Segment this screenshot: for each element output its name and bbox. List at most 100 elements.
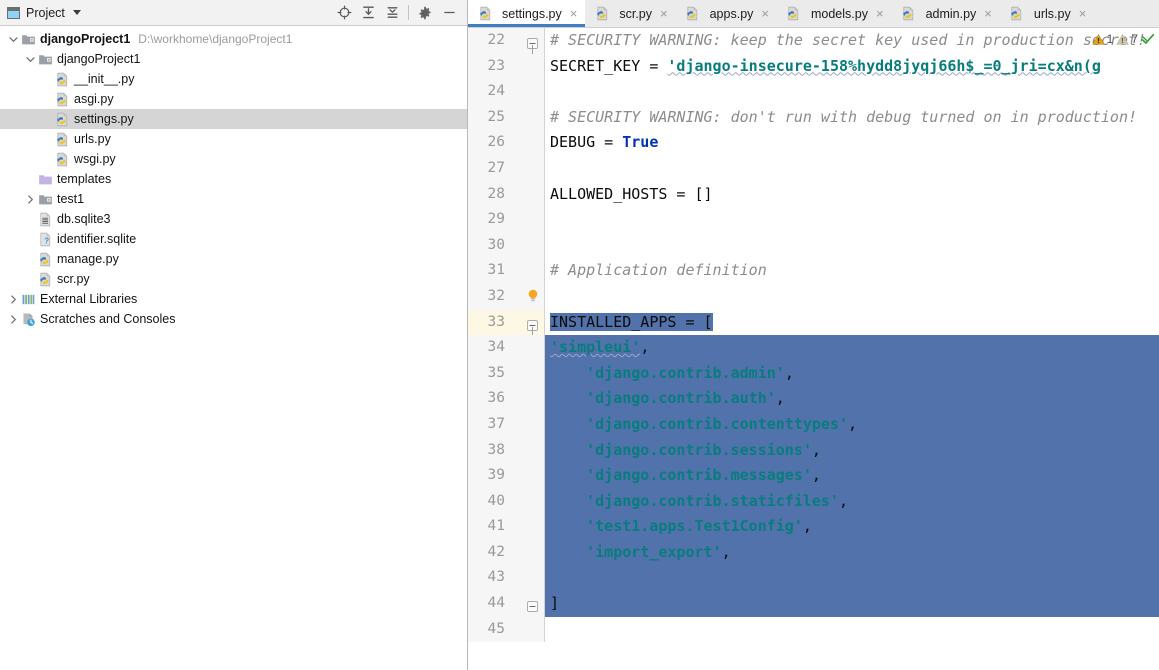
gutter-icons[interactable] (514, 335, 545, 361)
gutter-icons[interactable] (514, 437, 545, 464)
code-line-text[interactable]: # Application definition (545, 258, 1159, 284)
code-line[interactable]: 37 'django.contrib.contenttypes', (468, 411, 1159, 438)
code-line-text[interactable] (545, 233, 1159, 259)
editor-tab-models-py[interactable]: models.py × (777, 0, 892, 27)
tree-item-asgi-py[interactable]: asgi.py (0, 89, 467, 109)
editor-tab-admin-py[interactable]: admin.py × (892, 0, 1000, 27)
tree-item-wsgi-py[interactable]: wsgi.py (0, 149, 467, 169)
tree-item-identifier-sqlite[interactable]: ? identifier.sqlite (0, 229, 467, 249)
code-line[interactable]: 33 INSTALLED_APPS = [ (468, 309, 1159, 336)
chevron-right-icon[interactable] (6, 309, 20, 329)
code-line[interactable]: 45 (468, 616, 1159, 643)
collapse-all-icon[interactable] (380, 2, 404, 24)
close-icon[interactable]: × (1079, 7, 1087, 20)
inspection-ok-icon[interactable] (1141, 32, 1155, 46)
code-line-text[interactable]: # SECURITY WARNING: keep the secret key … (545, 28, 1159, 54)
close-icon[interactable]: × (984, 7, 992, 20)
gutter-icons[interactable] (514, 28, 545, 54)
gutter-icons[interactable] (514, 283, 545, 310)
gear-icon[interactable] (413, 2, 437, 24)
code-line[interactable]: 22 # SECURITY WARNING: keep the secret ke… (468, 28, 1159, 54)
gutter-icons[interactable] (514, 488, 545, 515)
code-line-text[interactable]: 'django.contrib.messages', (545, 463, 1159, 489)
code-line-text[interactable]: 'import_export', (545, 539, 1159, 566)
code-line-text[interactable]: 'simpleui', (545, 335, 1159, 361)
close-icon[interactable]: × (660, 7, 668, 20)
close-icon[interactable]: × (761, 7, 769, 20)
gutter-icons[interactable] (514, 411, 545, 438)
code-line-text[interactable]: ALLOWED_HOSTS = [] (545, 182, 1159, 208)
editor-tab-scr-py[interactable]: scr.py × (585, 0, 675, 27)
code-line-text[interactable] (545, 156, 1159, 182)
gutter-icons[interactable] (514, 309, 545, 336)
tree-item-djangoproject1[interactable]: djangoProject1 (0, 49, 467, 69)
tree-item-urls-py[interactable]: urls.py (0, 129, 467, 149)
code-line-text[interactable]: # SECURITY WARNING: don't run with debug… (545, 105, 1159, 131)
chevron-down-icon[interactable] (23, 49, 37, 69)
close-icon[interactable]: × (570, 7, 578, 20)
tree-item-db-sqlite3[interactable]: db.sqlite3 (0, 209, 467, 229)
code-line-text[interactable]: 'test1.apps.Test1Config', (545, 514, 1159, 540)
code-line-text[interactable]: 'django.contrib.staticfiles', (545, 488, 1159, 515)
weak-warning-triangle-icon[interactable]: 7 (1116, 32, 1138, 46)
code-line[interactable]: 40 'django.contrib.staticfiles', (468, 488, 1159, 515)
editor-tab-apps-py[interactable]: apps.py × (676, 0, 777, 27)
code-line[interactable]: 27 (468, 155, 1159, 182)
tree-item-templates[interactable]: templates (0, 169, 467, 189)
code-line[interactable]: 34 'simpleui', (468, 335, 1159, 361)
tree-item-scratches-and-consoles[interactable]: Scratches and Consoles (0, 309, 467, 329)
gutter-icons[interactable] (514, 386, 545, 412)
project-panel-title-group[interactable]: Project (7, 6, 81, 20)
gutter-icons[interactable] (514, 155, 545, 182)
code-line[interactable]: 29 (468, 207, 1159, 233)
gutter-icons[interactable] (514, 207, 545, 233)
expand-all-icon[interactable] (356, 2, 380, 24)
code-line[interactable]: 32 (468, 283, 1159, 310)
code-line[interactable]: 38 'django.contrib.sessions', (468, 437, 1159, 464)
code-line[interactable]: 25 # SECURITY WARNING: don't run with deb… (468, 104, 1159, 131)
code-line[interactable]: 30 (468, 232, 1159, 259)
editor-tab-urls-py[interactable]: urls.py × (1000, 0, 1094, 27)
fold-end-icon[interactable] (527, 598, 538, 612)
code-line-text[interactable]: SECRET_KEY = 'django-insecure-158%hydd8j… (545, 54, 1159, 80)
tree-item-manage-py[interactable]: manage.py (0, 249, 467, 269)
gutter-icons[interactable] (514, 565, 545, 592)
tree-item-scr-py[interactable]: scr.py (0, 269, 467, 289)
code-line[interactable]: 31 # Application definition (468, 258, 1159, 284)
code-line[interactable]: 24 (468, 79, 1159, 105)
code-line[interactable]: 35 'django.contrib.admin', (468, 360, 1159, 387)
tree-item-test1[interactable]: test1 (0, 189, 467, 209)
gutter-icons[interactable] (514, 181, 545, 208)
code-line-text[interactable]: INSTALLED_APPS = [ (545, 310, 1159, 336)
code-line[interactable]: 36 'django.contrib.auth', (468, 386, 1159, 412)
code-line[interactable]: 43 (468, 565, 1159, 592)
gutter-icons[interactable] (514, 130, 545, 156)
gutter-icons[interactable] (514, 463, 545, 489)
gutter-icons[interactable] (514, 258, 545, 284)
code-line[interactable]: 26 DEBUG = True (468, 130, 1159, 156)
chevron-right-icon[interactable] (23, 189, 37, 209)
code-line[interactable]: 28 ALLOWED_HOSTS = [] (468, 181, 1159, 208)
tree-item-external-libraries[interactable]: External Libraries (0, 289, 467, 309)
code-line-text[interactable]: DEBUG = True (545, 130, 1159, 156)
gutter-icons[interactable] (514, 360, 545, 387)
code-line[interactable]: 41 'test1.apps.Test1Config', (468, 514, 1159, 540)
intention-bulb-icon[interactable] (526, 288, 540, 304)
gutter-icons[interactable] (514, 591, 545, 617)
gutter-icons[interactable] (514, 232, 545, 259)
code-line[interactable]: 23 SECRET_KEY = 'django-insecure-158%hydd… (468, 53, 1159, 80)
gutter-icons[interactable] (514, 514, 545, 540)
code-line[interactable]: 42 'import_export', (468, 539, 1159, 566)
gutter-icons[interactable] (514, 616, 545, 643)
gutter-icons[interactable] (514, 79, 545, 105)
gutter-icons[interactable] (514, 539, 545, 566)
code-line-text[interactable]: 'django.contrib.admin', (545, 360, 1159, 387)
tree-item-djangoproject1[interactable]: djangoProject1 D:\workhome\djangoProject1 (0, 29, 467, 49)
minimize-icon[interactable] (437, 2, 461, 24)
code-editor[interactable]: 22 # SECURITY WARNING: keep the secret ke… (468, 28, 1159, 670)
gutter-icons[interactable] (514, 53, 545, 80)
chevron-down-icon[interactable] (72, 10, 81, 15)
code-line-text[interactable] (545, 284, 1159, 310)
code-line-text[interactable] (545, 79, 1159, 105)
chevron-right-icon[interactable] (6, 289, 20, 309)
